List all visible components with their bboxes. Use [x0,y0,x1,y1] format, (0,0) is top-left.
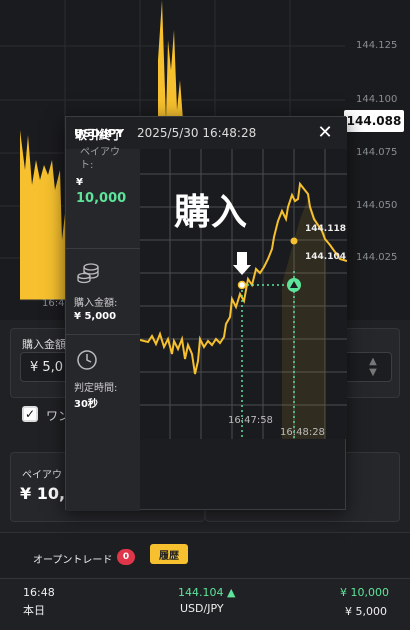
open-trades-count-badge: 0 [117,549,135,565]
coins-icon [77,263,99,284]
price-tick: 144.125 [356,40,398,51]
price-tick: 144.075 [356,147,398,158]
amount-label: 購入金額 [22,338,66,351]
modal-pair: USD/JPY [74,127,125,140]
trade-amount: ¥ 5,000 [345,605,387,618]
checkmark-icon: ✓ [24,407,36,421]
amount-stepper[interactable]: ▲ ▼ [362,356,384,378]
modal-amount-value: ¥ 5,000 [74,311,117,322]
down-arrow-icon [233,252,251,275]
open-trades-tab[interactable]: オープントレード [33,551,112,566]
amount-input-value: ¥ 5,0 [30,360,64,375]
stepper-up-icon[interactable]: ▲ [369,356,377,367]
trade-result-modal: 取引終了 2025/5/30 16:48:28 ✕ USD/JPY ペイアウト:… [65,116,347,511]
price-tick: 144.100 [356,94,398,105]
trade-day: 本日 [23,604,45,617]
modal-date: 2025/5/30 16:48:28 [137,126,257,140]
trade-payout: ¥ 10,000 [340,586,389,599]
modal-judge-value: 30秒 [74,399,98,410]
history-button[interactable]: 履歴 [150,544,188,564]
buy-label: 購入 [174,192,249,233]
modal-judge-label: 判定時間: [74,383,118,394]
modal-payout-value: 10,000 [76,191,127,206]
entry-marker [237,280,247,290]
price-tick: 144.025 [356,252,398,263]
trade-rate: 144.104 ▲ [178,586,236,599]
trade-time: 16:48 [23,586,55,599]
clock-icon [77,350,97,370]
exit-time-label: 16:48:28 [280,427,325,438]
exit-marker [290,237,298,245]
close-icon[interactable]: ✕ [315,123,335,143]
stepper-down-icon[interactable]: ▼ [369,367,377,378]
current-price-tag: 144.088 [344,110,404,132]
modal-amount-label: 購入金額: [74,298,118,309]
entry-time-label: 16:47:58 [228,415,273,426]
price-tick: 144.050 [356,200,398,211]
exit-price-label: 144.118 [305,224,346,234]
one-click-checkbox[interactable]: ✓ [22,406,38,422]
modal-payout-label: ペイアウト: [80,147,120,171]
app-root: 144.125 144.100 144.075 144.050 144.025 … [0,0,410,630]
entry-price-label: 144.104 [305,252,346,262]
modal-payout-currency: ¥ [76,177,83,188]
trade-pair: USD/JPY [180,602,224,615]
